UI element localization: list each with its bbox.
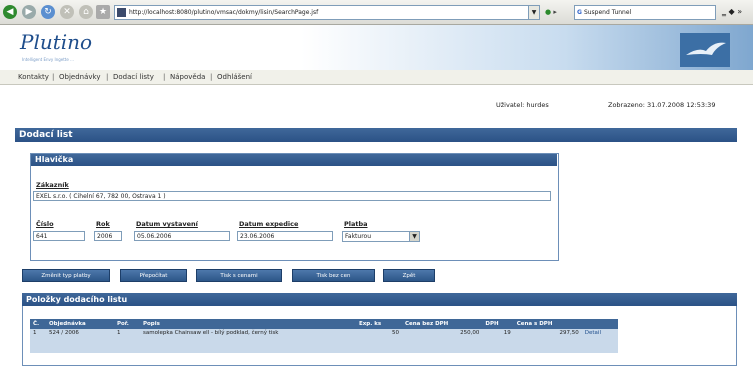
nav-separator: | [52,73,55,81]
nav-kontakty[interactable]: Kontakty [18,73,49,81]
cell-description: samolepka Chainsaw ell - bílý podklad, č… [140,329,356,353]
cell-qty: 50 [356,329,402,353]
stop-icon[interactable]: ✕ [60,5,74,19]
cell-order: 524 / 2006 [46,329,114,353]
cell-position: 1 [114,329,140,353]
address-dropdown[interactable]: ▼ [528,5,540,20]
payment-select-value: Fakturou [345,233,372,240]
page-icon [117,8,126,17]
header-panel [30,153,559,261]
items-table-wrap: Č. Objednávka Poř. Popis Exp. ks Cena be… [30,319,618,353]
nav-napoveda[interactable]: Nápověda [170,73,205,81]
change-payment-button[interactable]: Změnit typ platby [22,269,110,282]
app-header [0,25,753,70]
timestamp: Zobrazeno: 31.07.2008 12:53:39 [608,101,716,109]
back-button[interactable]: Zpět [383,269,435,282]
items-panel-title: Položky dodacího listu [22,293,737,306]
user-info: Uživatel: hurdes [496,101,549,109]
recalculate-button[interactable]: Přepočítat [120,269,187,282]
col-position: Poř. [114,319,140,329]
chevron-down-icon: ▼ [409,232,419,241]
nav-dodaci-listy[interactable]: Dodací listy [113,73,154,81]
google-icon: G [577,9,582,16]
payment-select[interactable]: Fakturou ▼ [342,231,420,242]
year-label: Rok [96,220,110,228]
nav-objednavky[interactable]: Objednávky [59,73,100,81]
number-label: Číslo [36,220,54,228]
home-icon[interactable]: ⌂ [79,5,93,19]
nav-separator: | [210,73,213,81]
ship-date-field[interactable]: 23.06.2006 [237,231,333,241]
col-qty: Exp. ks [356,319,402,329]
ship-date-label: Datum expedice [239,220,299,228]
col-vat: DPH [482,319,514,329]
number-field[interactable]: 641 [33,231,85,241]
customer-field[interactable]: EXEL s.r.o. ( Cihelní 67, 782 00, Ostrav… [33,191,551,201]
issue-date-label: Datum vystavení [136,220,198,228]
issue-date-field[interactable]: 05.06.2006 [134,231,230,241]
app-logo[interactable]: Plutino [20,30,92,54]
back-icon[interactable]: ◀ [3,5,17,19]
col-order: Objednávka [46,319,114,329]
print-with-prices-button[interactable]: Tisk s cenami [196,269,282,282]
go-icon[interactable]: ● ▸ [545,5,557,19]
cell-vat: 19 [482,329,514,353]
col-price-net: Cena bez DPH [401,319,483,329]
address-bar[interactable]: http://localhost:8080/plutino/vmsac/dokm… [114,5,530,20]
page-title: Dodací list [15,128,737,142]
forward-icon[interactable]: ▶ [22,5,36,19]
address-text: http://localhost:8080/plutino/vmsac/dokm… [129,9,319,16]
col-description: Popis [140,319,356,329]
search-text: Suspend Tunnel [583,9,632,16]
header-panel-title: Hlavička [31,154,557,166]
table-header-row: Č. Objednávka Poř. Popis Exp. ks Cena be… [30,319,618,329]
app-logo-tagline: Intelligent Envy Ingette ... [22,57,74,62]
search-input[interactable]: G Suspend Tunnel [574,5,716,20]
col-price-gross: Cena s DPH [513,319,582,329]
nav-odhlaseni[interactable]: Odhlášení [217,73,252,81]
nav-separator: | [106,73,109,81]
bird-logo-icon [680,33,730,67]
customer-label: Zákazník [36,181,69,189]
bookmark-icon[interactable]: ★ [96,5,110,19]
print-without-prices-button[interactable]: Tisk bez cen [292,269,375,282]
toolbar-menu-icon[interactable]: ‗ ◆ » [722,5,742,19]
col-detail [581,319,618,329]
cell-price-net: 250,00 [401,329,483,353]
cell-price-gross: 297,50 [513,329,582,353]
payment-label: Platba [344,220,368,228]
cell-no: 1 [30,329,46,353]
items-table: Č. Objednávka Poř. Popis Exp. ks Cena be… [30,319,618,353]
year-field[interactable]: 2006 [94,231,122,241]
table-row: 1 524 / 2006 1 samolepka Chainsaw ell - … [30,329,618,353]
reload-icon[interactable]: ↻ [41,5,55,19]
detail-link[interactable]: Detail [581,329,618,353]
nav-separator: | [163,73,166,81]
col-no: Č. [30,319,46,329]
